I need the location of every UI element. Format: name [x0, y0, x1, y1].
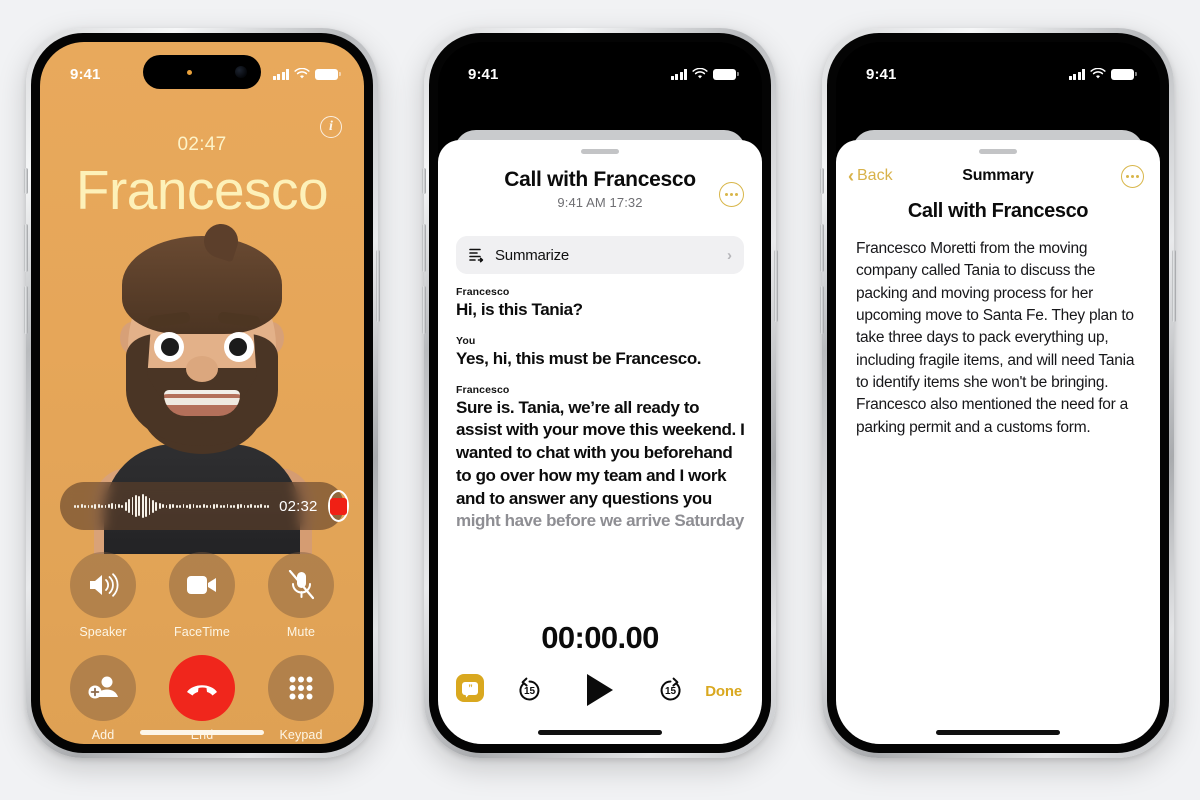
call-controls: Speaker FaceTime Mute Add End Keypad [40, 552, 364, 742]
phone-incall: 9:41 i 02:47 Francesco 02:32 Speaker Fac… [24, 28, 380, 758]
phone-transcript: 9:41 Call with Francesco 9:41 AM 17:32 S… [422, 28, 778, 758]
end-call-icon [169, 655, 235, 721]
play-icon[interactable] [587, 674, 613, 706]
summarize-button[interactable]: Summarize › [456, 236, 744, 274]
volume-down-button[interactable] [820, 286, 824, 334]
transcript-entry: You Yes, hi, this must be Francesco. [456, 335, 748, 371]
done-button[interactable]: Done [705, 683, 742, 700]
chevron-right-icon: › [727, 246, 732, 264]
volume-down-button[interactable] [24, 286, 28, 334]
dynamic-island [143, 55, 261, 89]
transcript-list[interactable]: Francesco Hi, is this Tania? You Yes, hi… [456, 286, 748, 546]
transcript-entry: Francesco Sure is. Tania, we’re all read… [456, 384, 748, 534]
silence-switch[interactable] [24, 168, 28, 194]
volume-up-button[interactable] [422, 224, 426, 272]
power-button[interactable] [774, 250, 778, 322]
call-duration: 02:47 [177, 134, 227, 155]
back-label: Back [857, 167, 893, 184]
phone3-screen: 9:41 ‹ Back Summary Call with Francesco … [836, 42, 1160, 744]
transcript-bubble-icon[interactable]: ” [456, 674, 484, 702]
mute-label: Mute [286, 625, 316, 639]
back-button[interactable]: ‹ Back [848, 167, 893, 185]
navigation-bar: ‹ Back Summary [836, 162, 1160, 190]
quote-glyph: ” [468, 682, 472, 693]
sheet-grabber[interactable] [979, 149, 1017, 154]
speaker-label: Francesco [456, 383, 510, 396]
home-indicator[interactable] [140, 730, 264, 735]
keypad-button[interactable]: Keypad [266, 655, 336, 742]
audio-waveform-icon [74, 493, 270, 519]
add-call-button[interactable]: Add [68, 655, 138, 742]
keypad-label: Keypad [279, 728, 323, 742]
page-title: Call with Francesco [504, 168, 696, 191]
phone1-screen: 9:41 i 02:47 Francesco 02:32 Speaker Fac… [40, 42, 364, 744]
phone-summary: 9:41 ‹ Back Summary Call with Francesco … [820, 28, 1176, 758]
speaker-label: Speaker [79, 625, 127, 639]
transcript-text-pending: might have before we arrive Saturday [456, 511, 744, 531]
transcript-text: Yes, hi, this must be Francesco. [456, 348, 702, 368]
speaker-button[interactable]: Speaker [68, 552, 138, 639]
transcript-sheet: Call with Francesco 9:41 AM 17:32 Summar… [438, 140, 762, 744]
add-label: Add [91, 728, 115, 742]
transcript-entry: Francesco Hi, is this Tania? [456, 286, 748, 322]
power-button[interactable] [1172, 250, 1176, 322]
rewind-seconds-label: 15 [523, 685, 536, 697]
speaker-label: You [456, 334, 476, 347]
transcript-text: Hi, is this Tania? [456, 300, 583, 319]
keypad-icon [268, 655, 334, 721]
home-indicator[interactable] [936, 730, 1060, 735]
speaker-icon [70, 552, 136, 618]
forward-seconds-label: 15 [664, 685, 677, 697]
summary-body: Francesco Moretti from the moving compan… [856, 240, 1135, 436]
phone-bezel: 9:41 ‹ Back Summary Call with Francesco … [827, 33, 1169, 753]
page-subtitle: 9:41 AM 17:32 [557, 195, 643, 210]
summary-heading: Call with Francesco [907, 200, 1089, 222]
volume-down-button[interactable] [422, 286, 426, 334]
add-person-icon [70, 655, 136, 721]
power-button[interactable] [376, 250, 380, 322]
speaker-label: Francesco [456, 286, 510, 298]
transcript-header: Call with Francesco 9:41 AM 17:32 [438, 168, 762, 210]
mute-button[interactable]: Mute [266, 552, 336, 639]
phone2-screen: 9:41 Call with Francesco 9:41 AM 17:32 S… [438, 42, 762, 744]
facetime-button[interactable]: FaceTime [167, 552, 237, 639]
microphone-muted-icon [268, 552, 334, 618]
sheet-grabber[interactable] [581, 149, 619, 154]
phone-bezel: 9:41 Call with Francesco 9:41 AM 17:32 S… [429, 33, 771, 753]
chevron-left-icon: ‹ [848, 166, 854, 186]
volume-up-button[interactable] [24, 224, 28, 272]
recording-elapsed: 02:32 [279, 497, 318, 515]
summarize-icon [469, 248, 484, 262]
silence-switch[interactable] [820, 168, 824, 194]
end-call-button[interactable]: End [167, 655, 237, 742]
contact-name: Francesco [75, 159, 329, 221]
call-controls-row-1: Speaker FaceTime Mute [68, 552, 336, 639]
more-circle-icon[interactable] [719, 182, 744, 207]
more-circle-icon[interactable] [1121, 164, 1144, 188]
screenshot-canvas: 9:41 i 02:47 Francesco 02:32 Speaker Fac… [0, 0, 1200, 800]
summary-sheet: ‹ Back Summary Call with Francesco Franc… [836, 140, 1160, 744]
call-controls-row-2: Add End Keypad [68, 655, 336, 742]
silence-switch[interactable] [422, 168, 426, 194]
call-recording-pill[interactable]: 02:32 [60, 482, 349, 530]
summarize-label: Summarize [495, 246, 570, 264]
front-camera-icon [235, 66, 247, 78]
rewind-15-icon[interactable]: 15 [516, 677, 543, 704]
home-indicator[interactable] [538, 730, 662, 735]
forward-15-icon[interactable]: 15 [657, 677, 684, 704]
facetime-label: FaceTime [174, 625, 230, 639]
video-camera-icon [169, 552, 235, 618]
island-indicator-dot [187, 70, 192, 75]
phone-bezel: 9:41 i 02:47 Francesco 02:32 Speaker Fac… [31, 33, 373, 753]
transcript-text: Sure is. Tania, we’re all ready to assis… [456, 397, 745, 508]
stop-record-icon[interactable] [327, 490, 349, 522]
volume-up-button[interactable] [820, 224, 824, 272]
player-timecode: 00:00.00 [541, 620, 659, 655]
